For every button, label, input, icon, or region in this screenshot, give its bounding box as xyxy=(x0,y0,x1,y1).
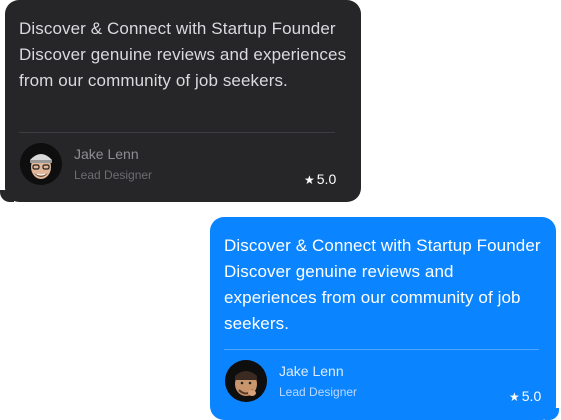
avatar xyxy=(20,143,62,185)
rating-value: 5.0 xyxy=(521,388,542,404)
author-role: Lead Designer xyxy=(74,168,153,182)
rating-value: 5.0 xyxy=(316,171,337,187)
author-name: Jake Lenn xyxy=(74,146,139,162)
testimonial-stage: Discover & Connect with Startup Founder … xyxy=(0,0,561,420)
divider xyxy=(19,132,335,133)
author-role: Lead Designer xyxy=(279,385,358,399)
rating: ★ 5.0 xyxy=(509,388,541,405)
star-icon: ★ xyxy=(304,173,315,187)
rating: ★ 5.0 xyxy=(304,171,336,188)
divider xyxy=(224,349,539,350)
testimonial-text: Discover & Connect with Startup Founder … xyxy=(19,19,347,90)
avatar xyxy=(225,360,267,402)
star-icon: ★ xyxy=(509,390,520,404)
author-name: Jake Lenn xyxy=(279,363,344,379)
testimonial-text: Discover & Connect with Startup Founder … xyxy=(224,236,541,333)
